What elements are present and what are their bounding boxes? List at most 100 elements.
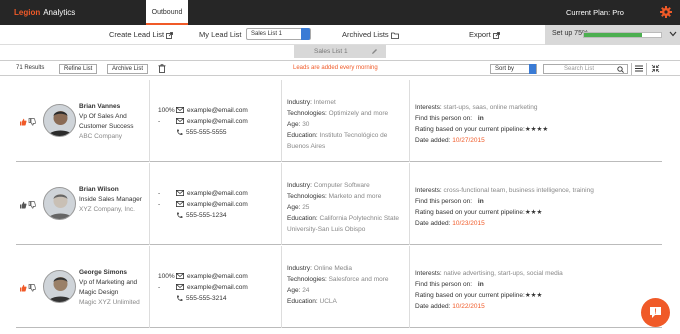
email-secondary[interactable]: example@email.com [187,118,248,125]
interests-value: native advertising, start-ups, social me… [443,270,563,277]
date-added-label: Date added: [415,303,451,310]
folder-icon [390,32,399,39]
lead-name-block: Brian Vannes Vp Of Sales And Customer Su… [79,102,145,142]
lead-company: Magic XYZ Unlimited [79,299,140,306]
lead-contact-cell: - example@email.com - example@email.com 55… [150,163,282,245]
lead-interests-cell: Interests: cross-functional team, busine… [415,185,660,229]
menu-icon[interactable] [635,64,643,73]
lead-interests-cell: Interests: start-ups, saas, online marke… [415,102,660,146]
thumbs-down-icon[interactable] [28,284,36,292]
phone-number[interactable]: 555-555-3214 [186,295,226,302]
email-primary[interactable]: example@email.com [187,273,248,280]
email-secondary[interactable]: example@email.com [187,201,248,208]
phone-number[interactable]: 555-555-5555 [186,129,226,136]
phone-icon [177,212,183,218]
company-info-block: Industry: Internet Technologies: Optimiz… [287,97,407,152]
refine-list-button[interactable]: Refine List [59,64,98,74]
rating-stars: ★★★ [524,292,543,299]
rating-stars: ★★★ [524,209,543,216]
setup-progress-panel[interactable]: Set up 75% [545,25,680,45]
pencil-icon[interactable] [371,48,378,55]
age-label: Age: [287,287,301,294]
email-confidence: 100% [158,107,175,114]
lead-name-block: George Simons Vp of Marketing and Magic … [79,268,145,308]
avatar [43,187,76,220]
lead-name[interactable]: Brian Vannes [79,103,120,110]
lead-person-cell: Brian Vannes Vp Of Sales And Customer Su… [16,80,150,162]
technologies-value: Salesforce and more [328,276,389,283]
industry-label: Industry: [287,265,312,272]
email-primary[interactable]: example@email.com [187,107,248,114]
envelope-icon [176,284,184,291]
rating-label: Rating based on your current pipeline: [415,292,525,299]
rating-label: Rating based on your current pipeline: [415,209,525,216]
interests-value: cross-functional team, business intellig… [443,187,594,194]
lead-company: ABC Company [79,133,122,140]
lead-row: Brian Wilson Inside Sales Manager XYZ Co… [16,163,662,245]
email-primary[interactable]: example@email.com [187,190,248,197]
email-secondary[interactable]: example@email.com [187,284,248,291]
thumbs-down-icon[interactable] [28,118,36,126]
chat-icon: ! [650,307,661,318]
industry-label: Industry: [287,182,312,189]
lead-company-cell: Industry: Internet Technologies: Optimiz… [282,80,410,162]
setup-progress-bar [583,32,662,38]
industry-value: Computer Software [313,182,370,189]
lead-company: XYZ Company, Inc. [79,206,135,213]
list-name-tab[interactable]: Sales List 1 [294,45,386,58]
thumbs-up-icon[interactable] [19,118,27,126]
thumbs-down-icon[interactable] [28,201,36,209]
date-added-value: 10/22/2015 [452,303,485,310]
gear-icon[interactable] [660,6,672,18]
search-icon[interactable] [617,66,624,73]
create-lead-list-link[interactable]: Create Lead List [109,30,173,39]
tab-outbound[interactable]: Outbound [146,0,188,25]
trash-icon[interactable] [158,64,166,73]
linkedin-icon[interactable]: in [478,281,484,288]
linkedin-icon[interactable]: in [478,198,484,205]
envelope-icon [176,118,184,125]
lead-list-select[interactable]: Sales List 1 [246,28,311,40]
lead-contact-cell: 100% example@email.com - example@email.com… [150,80,282,162]
lead-name[interactable]: George Simons [79,269,127,276]
lead-name[interactable]: Brian Wilson [79,186,119,193]
interests-label: Interests: [415,270,442,277]
external-link-icon [166,31,173,39]
thumbs-up-icon[interactable] [19,201,27,209]
date-added-value: 10/27/2015 [452,137,485,144]
avatar [43,104,76,137]
search-list-input[interactable]: Search List [543,64,628,74]
find-label: Find this person on: [415,115,473,122]
thumbs-up-icon[interactable] [19,284,27,292]
lead-company-cell: Industry: Online Media Technologies: Sal… [282,246,410,328]
lead-title: Inside Sales Manager [79,196,142,203]
find-label: Find this person on: [415,198,473,205]
external-link-icon [492,31,500,39]
archive-list-button[interactable]: Archive List [107,64,149,74]
archived-lists-link[interactable]: Archived Lists [342,30,399,39]
app-logo[interactable]: Legion Analytics [14,8,75,17]
export-link[interactable]: Export [469,30,500,39]
email-confidence: 100% [158,273,175,280]
company-info-block: Industry: Computer Software Technologies… [287,180,407,235]
phone-number[interactable]: 555-555-1234 [186,212,226,219]
education-value: UCLA [319,298,337,305]
rating-stars: ★★★★ [524,126,549,133]
company-info-block: Industry: Online Media Technologies: Sal… [287,263,407,307]
chat-button[interactable]: ! [641,298,670,327]
age-label: Age: [287,204,301,211]
setup-progress-fill [584,33,642,37]
phone-icon [177,129,183,135]
lead-contact-cell: 100% example@email.com - example@email.com… [150,246,282,328]
linkedin-icon[interactable]: in [478,115,484,122]
lead-interests-cell: Interests: native advertising, start-ups… [415,268,660,312]
industry-value: Online Media [313,265,353,272]
lead-company-cell: Industry: Computer Software Technologies… [282,163,410,245]
chevron-down-icon[interactable] [669,31,677,37]
technologies-label: Technologies: [287,193,327,200]
sort-by-select[interactable]: Sort by [490,64,537,74]
interests-value: start-ups, saas, online marketing [443,104,538,111]
collapse-icon[interactable] [651,64,660,73]
education-label: Education: [287,298,318,305]
age-value: 25 [302,204,310,211]
